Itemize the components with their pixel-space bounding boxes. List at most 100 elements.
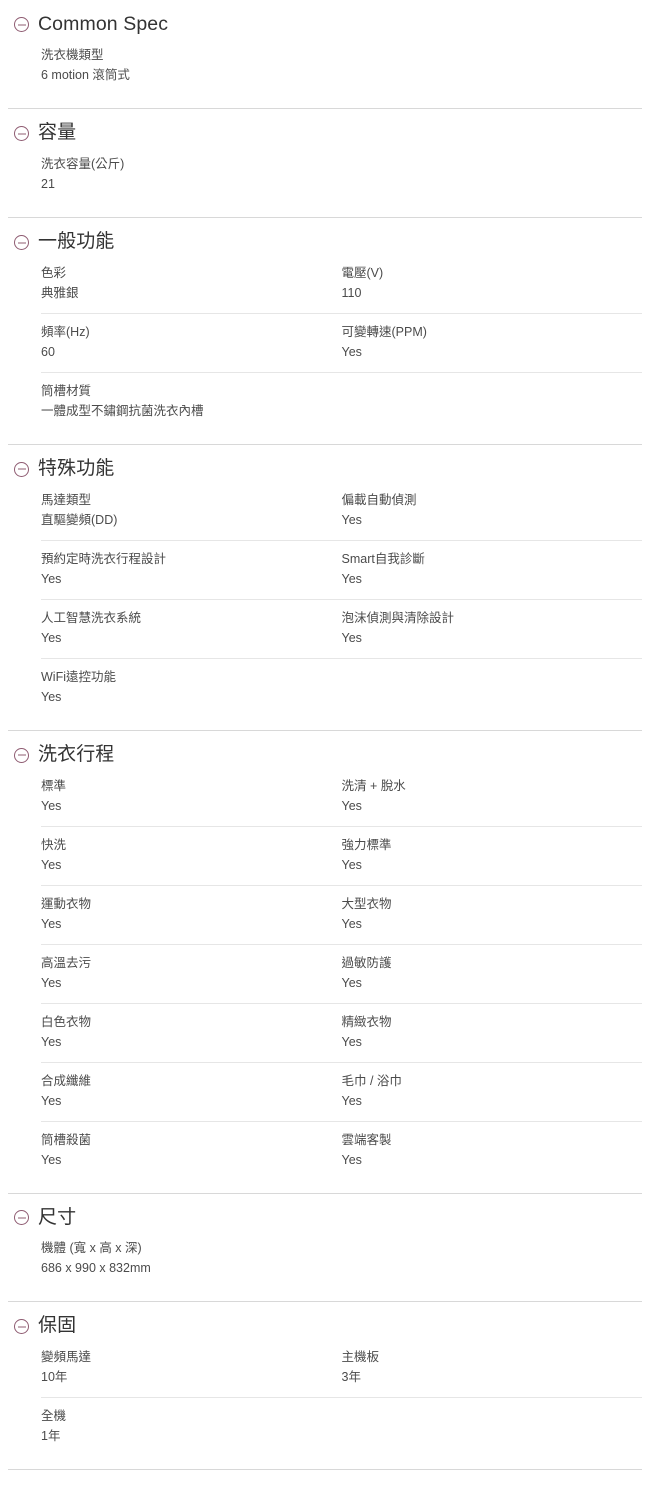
spec-label: 高溫去污 [41, 955, 92, 970]
spec-row-group: 色彩 典雅銀 電壓(V) 110 頻率(Hz) 60 可變轉速(PPM) Yes 筒槽材質 一體成… [0, 264, 650, 444]
spec-row-group: 洗衣容量(公斤) 21 [0, 155, 650, 217]
section-header-dimension[interactable]: 尺寸 [0, 1194, 650, 1240]
minus-circle-icon[interactable] [14, 747, 29, 763]
spec-cell: 變頻馬達 10年 [41, 1348, 342, 1387]
spec-label: 洗清 + 脫水 [341, 778, 406, 793]
section-bottom-spacer [41, 1288, 642, 1301]
spec-label: 白色衣物 [41, 1014, 92, 1029]
spec-row-group: 標準 Yes 洗清 + 脫水 Yes 快洗 Yes 強力標準 Yes 運動衣物 Yes 大型衣物 Ye… [0, 777, 650, 1193]
spec-value: Yes [41, 798, 62, 813]
spec-cell: 雲端客製 Yes [342, 1131, 643, 1170]
spec-cell: 泡沫偵測與清除設計 Yes [342, 609, 643, 648]
spec-label: 泡沫偵測與清除設計 [341, 610, 455, 625]
spec-cell: 筒槽殺菌 Yes [41, 1131, 342, 1170]
section-header-capacity[interactable]: 容量 [0, 109, 650, 155]
section-header-warranty[interactable]: 保固 [0, 1302, 650, 1348]
minus-circle-icon[interactable] [14, 17, 29, 33]
spec-value: Yes [41, 1093, 62, 1108]
spec-row-group: 機體 (寬 x 高 x 深) 686 x 990 x 832mm [0, 1239, 650, 1301]
spec-cell: 頻率(Hz) 60 [41, 323, 342, 362]
section-header-special-function[interactable]: 特殊功能 [0, 445, 650, 491]
minus-circle-icon[interactable] [14, 1319, 29, 1335]
section-title: Common Spec [38, 13, 169, 35]
minus-circle-icon[interactable] [14, 461, 29, 477]
spec-row: 洗衣機類型 6 motion 滾筒式 [41, 46, 642, 95]
spec-value: 直驅變頻(DD) [41, 512, 118, 527]
spec-section-general-function: 一般功能 色彩 典雅銀 電壓(V) 110 頻率(Hz) 60 可變轉速(PPM) Yes 筒槽材… [0, 218, 650, 444]
section-title: 特殊功能 [38, 457, 115, 479]
spec-value: Yes [341, 975, 362, 990]
spec-cell: Smart自我診斷 Yes [342, 550, 643, 589]
minus-circle-icon[interactable] [14, 126, 29, 142]
spec-value: Yes [41, 630, 62, 645]
spec-cell: 強力標準 Yes [342, 836, 643, 875]
spec-label: 毛巾 / 浴巾 [341, 1073, 402, 1088]
spec-row: 運動衣物 Yes 大型衣物 Yes [41, 884, 642, 944]
spec-value: Yes [41, 857, 62, 872]
spec-label: 機體 (寬 x 高 x 深) [41, 1241, 142, 1256]
spec-cell: WiFi遠控功能 Yes [41, 668, 642, 707]
spec-label: 精緻衣物 [341, 1014, 392, 1029]
section-divider [8, 1469, 642, 1471]
spec-cell: 可變轉速(PPM) Yes [342, 323, 643, 362]
spec-row: 預約定時洗衣行程設計 Yes Smart自我診斷 Yes [41, 539, 643, 599]
spec-cell: 洗清 + 脫水 Yes [342, 777, 643, 816]
spec-value: 一體成型不鏽鋼抗菌洗衣內槽 [41, 403, 204, 418]
section-header-common-spec[interactable]: Common Spec [0, 0, 650, 46]
spec-label: 主機板 [341, 1350, 380, 1365]
minus-circle-icon[interactable] [14, 235, 29, 251]
spec-cell: 合成纖維 Yes [41, 1072, 342, 1111]
section-bottom-spacer [41, 204, 642, 217]
spec-value: Yes [41, 689, 62, 704]
spec-label: 快洗 [41, 837, 67, 852]
spec-row: 洗衣容量(公斤) 21 [41, 155, 642, 204]
spec-row: 頻率(Hz) 60 可變轉速(PPM) Yes [41, 312, 643, 372]
section-bottom-spacer [41, 717, 642, 730]
section-bottom-spacer [41, 95, 642, 108]
section-header-wash-cycle[interactable]: 洗衣行程 [0, 731, 650, 777]
specification-sheet: Common Spec 洗衣機類型 6 motion 滾筒式容量洗衣容量(公斤) 21… [0, 0, 650, 1471]
spec-cell: 毛巾 / 浴巾 Yes [342, 1072, 643, 1111]
spec-cell: 高溫去污 Yes [41, 954, 342, 993]
spec-row-group: 變頻馬達 10年 主機板 3年全機 1年 [0, 1348, 650, 1469]
spec-row: 高溫去污 Yes 過敏防護 Yes [41, 943, 643, 1003]
spec-value: Yes [41, 1152, 62, 1167]
section-bottom-spacer [41, 1456, 642, 1469]
spec-value: Yes [341, 916, 362, 931]
minus-circle-icon[interactable] [14, 1210, 29, 1226]
spec-cell: 全機 1年 [41, 1407, 642, 1446]
spec-label: 雲端客製 [341, 1132, 392, 1147]
section-header-general-function[interactable]: 一般功能 [0, 218, 650, 264]
spec-cell: 洗衣容量(公斤) 21 [41, 155, 642, 194]
spec-label: 強力標準 [341, 837, 392, 852]
spec-row: 人工智慧洗衣系統 Yes 泡沫偵測與清除設計 Yes [41, 598, 643, 658]
spec-row: 全機 1年 [41, 1397, 642, 1456]
spec-label: WiFi遠控功能 [41, 669, 116, 684]
spec-cell: 預約定時洗衣行程設計 Yes [41, 550, 342, 589]
spec-label: 可變轉速(PPM) [341, 324, 427, 339]
spec-label: 人工智慧洗衣系統 [41, 610, 142, 625]
spec-row: 筒槽殺菌 Yes 雲端客製 Yes [41, 1120, 643, 1180]
spec-cell: 洗衣機類型 6 motion 滾筒式 [41, 46, 642, 85]
spec-value: 3年 [341, 1370, 361, 1385]
spec-section-warranty: 保固變頻馬達 10年 主機板 3年全機 1年 [0, 1302, 650, 1469]
spec-label: 洗衣容量(公斤) [41, 157, 125, 172]
spec-row: WiFi遠控功能 Yes [41, 657, 642, 717]
spec-value: Yes [341, 571, 362, 586]
spec-label: Smart自我診斷 [341, 551, 425, 566]
spec-cell: 過敏防護 Yes [342, 954, 643, 993]
spec-value: Yes [341, 344, 362, 359]
spec-label: 色彩 [41, 265, 67, 280]
spec-label: 筒槽殺菌 [41, 1132, 92, 1147]
spec-section-dimension: 尺寸 機體 (寬 x 高 x 深) 686 x 990 x 832mm [0, 1194, 650, 1302]
section-bottom-spacer [41, 1180, 642, 1193]
spec-value: Yes [341, 1034, 362, 1049]
section-title: 保固 [38, 1315, 77, 1337]
section-title: 容量 [38, 122, 77, 144]
spec-cell: 主機板 3年 [342, 1348, 643, 1387]
spec-value: Yes [41, 916, 62, 931]
spec-label: 變頻馬達 [41, 1350, 92, 1365]
spec-label: 預約定時洗衣行程設計 [41, 551, 167, 566]
spec-row: 馬達類型 直驅變頻(DD) 偏載自動偵測 Yes [41, 491, 642, 540]
spec-label: 全機 [41, 1409, 67, 1424]
